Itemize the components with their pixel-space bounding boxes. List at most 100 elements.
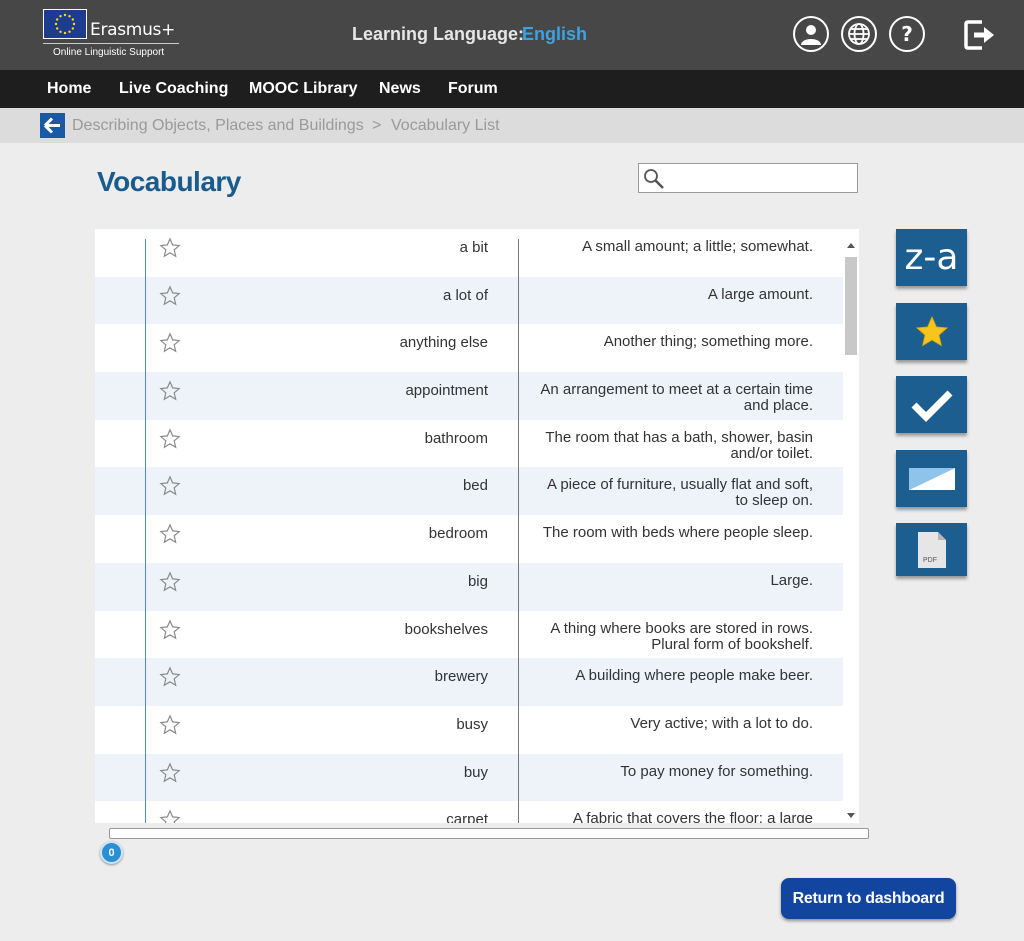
column-divider-middle bbox=[518, 239, 519, 823]
star-outline-icon[interactable] bbox=[159, 761, 181, 784]
star-outline-icon[interactable] bbox=[159, 523, 181, 545]
breadcrumb-separator: > bbox=[372, 117, 382, 134]
logout-button[interactable] bbox=[962, 18, 996, 52]
user-icon bbox=[801, 25, 821, 45]
nav-home[interactable]: Home bbox=[47, 80, 91, 98]
vocab-definition: A piece of furniture, usually flat and s… bbox=[547, 476, 813, 510]
star-outline-icon[interactable] bbox=[159, 428, 181, 450]
user-profile-button[interactable] bbox=[793, 16, 829, 52]
vocab-definition: A small amount; a little; somewhat. bbox=[582, 238, 813, 255]
vocab-definition: The room that has a bath, shower, basin … bbox=[545, 428, 813, 462]
logo-subtitle: Online Linguistic Support bbox=[53, 47, 165, 58]
star-outline-icon[interactable] bbox=[159, 618, 181, 641]
vocab-row: carpet A fabric that covers the floor; a … bbox=[95, 801, 843, 823]
return-to-dashboard-label: Return to dashboard bbox=[792, 889, 945, 907]
vocab-term[interactable]: a bit bbox=[460, 239, 488, 256]
vocab-term[interactable]: buy bbox=[464, 764, 488, 781]
vocab-definition: A large amount. bbox=[707, 285, 813, 303]
star-outline-icon[interactable] bbox=[159, 809, 181, 823]
vocab-definition: Large. bbox=[770, 571, 813, 589]
vocab-term[interactable]: bathroom bbox=[425, 430, 488, 447]
scroll-up-arrow-icon[interactable] bbox=[847, 243, 855, 248]
vocab-row: bedroom The room with beds where people s… bbox=[95, 515, 843, 563]
vocab-row: busy Very active; with a lot to do. bbox=[95, 706, 843, 754]
progress-track bbox=[109, 828, 869, 839]
pdf-label: PDF bbox=[923, 557, 937, 564]
star-outline-icon[interactable] bbox=[159, 380, 181, 402]
progress-knob[interactable]: 0 bbox=[100, 841, 123, 864]
arrow-left-icon bbox=[43, 117, 60, 134]
star-outline-icon[interactable] bbox=[159, 714, 181, 736]
vocab-definition: A thing where books are stored in rows. … bbox=[550, 619, 813, 653]
flashcard-icon bbox=[908, 467, 955, 490]
learned-filter-button[interactable] bbox=[896, 376, 967, 433]
table-scrollbar[interactable] bbox=[843, 239, 859, 823]
star-outline-icon[interactable] bbox=[159, 571, 181, 593]
vocab-definition: A fabric that covers the floor; a large bbox=[572, 810, 813, 823]
logo-name: Erasmus+ bbox=[90, 20, 176, 40]
sort-za-label: z-a bbox=[904, 237, 959, 278]
search-input[interactable] bbox=[669, 168, 851, 188]
logo-divider bbox=[43, 43, 179, 44]
vocab-term[interactable]: anything else bbox=[400, 334, 488, 351]
star-outline-icon[interactable] bbox=[159, 666, 181, 688]
page-title: Vocabulary bbox=[97, 166, 241, 197]
vocab-term[interactable]: brewery bbox=[435, 668, 488, 685]
search-box[interactable] bbox=[638, 163, 858, 193]
vocab-term[interactable]: appointment bbox=[405, 382, 488, 399]
pdf-download-button[interactable]: PDF bbox=[896, 523, 967, 576]
column-divider-left bbox=[145, 239, 146, 823]
vocab-row: bathroom The room that has a bath, shower… bbox=[95, 420, 843, 468]
nav-news[interactable]: News bbox=[379, 80, 421, 98]
flashcards-button[interactable] bbox=[896, 450, 967, 507]
eu-flag-icon bbox=[43, 9, 87, 39]
vocab-row: appointment An arrangement to meet at a c… bbox=[95, 372, 843, 420]
language-button[interactable] bbox=[841, 16, 877, 52]
breadcrumb: Describing Objects, Places and Buildings… bbox=[0, 108, 1024, 143]
return-to-dashboard-button[interactable]: Return to dashboard bbox=[781, 878, 956, 919]
star-filled-icon bbox=[915, 315, 948, 346]
vocab-term[interactable]: busy bbox=[456, 716, 488, 733]
vocab-term[interactable]: carpet bbox=[446, 811, 488, 823]
vocab-definition: Another thing; something more. bbox=[603, 333, 813, 351]
vocab-row: buy To pay money for something. bbox=[95, 753, 843, 802]
search-icon bbox=[644, 169, 664, 189]
nav-live-coaching[interactable]: Live Coaching bbox=[119, 80, 228, 98]
learning-language-label: Learning Language: bbox=[352, 24, 525, 44]
pdf-file-icon: PDF bbox=[917, 531, 946, 568]
nav-forum[interactable]: Forum bbox=[448, 80, 498, 98]
sort-za-button[interactable]: z-a bbox=[896, 229, 967, 286]
logout-icon bbox=[964, 20, 994, 50]
vocab-term[interactable]: bed bbox=[463, 477, 488, 494]
breadcrumb-current: Vocabulary List bbox=[391, 117, 500, 134]
globe-icon bbox=[848, 23, 870, 45]
vocab-term[interactable]: a lot of bbox=[443, 287, 488, 304]
help-button[interactable]: ? bbox=[889, 16, 925, 52]
favorites-filter-button[interactable] bbox=[896, 303, 967, 360]
vocab-definition: A building where people make beer. bbox=[575, 667, 813, 685]
erasmus-logo[interactable]: Erasmus+ Online Linguistic Support bbox=[43, 9, 183, 61]
back-button[interactable] bbox=[40, 113, 65, 138]
nav-mooc-library[interactable]: MOOC Library bbox=[249, 80, 357, 98]
star-outline-icon[interactable] bbox=[159, 332, 181, 354]
learning-language-value[interactable]: English bbox=[522, 24, 587, 45]
scroll-down-arrow-icon[interactable] bbox=[847, 813, 855, 818]
vocab-definition: The room with beds where people sleep. bbox=[542, 524, 813, 542]
vocabulary-table: a bit A small amount; a little; somewhat.… bbox=[95, 229, 859, 823]
vocabulary-rows: a bit A small amount; a little; somewhat.… bbox=[95, 229, 843, 823]
main-nav: Home Live Coaching MOOC Library News For… bbox=[0, 70, 1024, 108]
vocab-definition: An arrangement to meet at a certain time… bbox=[540, 381, 813, 415]
vocab-definition: To pay money for something. bbox=[620, 762, 813, 780]
vocab-term[interactable]: bedroom bbox=[429, 525, 488, 542]
vocab-row: bed A piece of furniture, usually flat an… bbox=[95, 467, 843, 516]
star-outline-icon[interactable] bbox=[159, 285, 181, 307]
vocab-term[interactable]: bookshelves bbox=[405, 621, 488, 638]
breadcrumb-parent[interactable]: Describing Objects, Places and Buildings bbox=[72, 117, 364, 135]
star-outline-icon[interactable] bbox=[159, 237, 181, 259]
star-outline-icon[interactable] bbox=[159, 475, 181, 497]
svg-text:?: ? bbox=[901, 22, 913, 46]
vocab-row: a lot of A large amount. bbox=[95, 276, 843, 325]
vocab-term[interactable]: big bbox=[468, 573, 488, 590]
vocab-row: big Large. bbox=[95, 562, 843, 611]
scroll-thumb[interactable] bbox=[845, 257, 857, 355]
